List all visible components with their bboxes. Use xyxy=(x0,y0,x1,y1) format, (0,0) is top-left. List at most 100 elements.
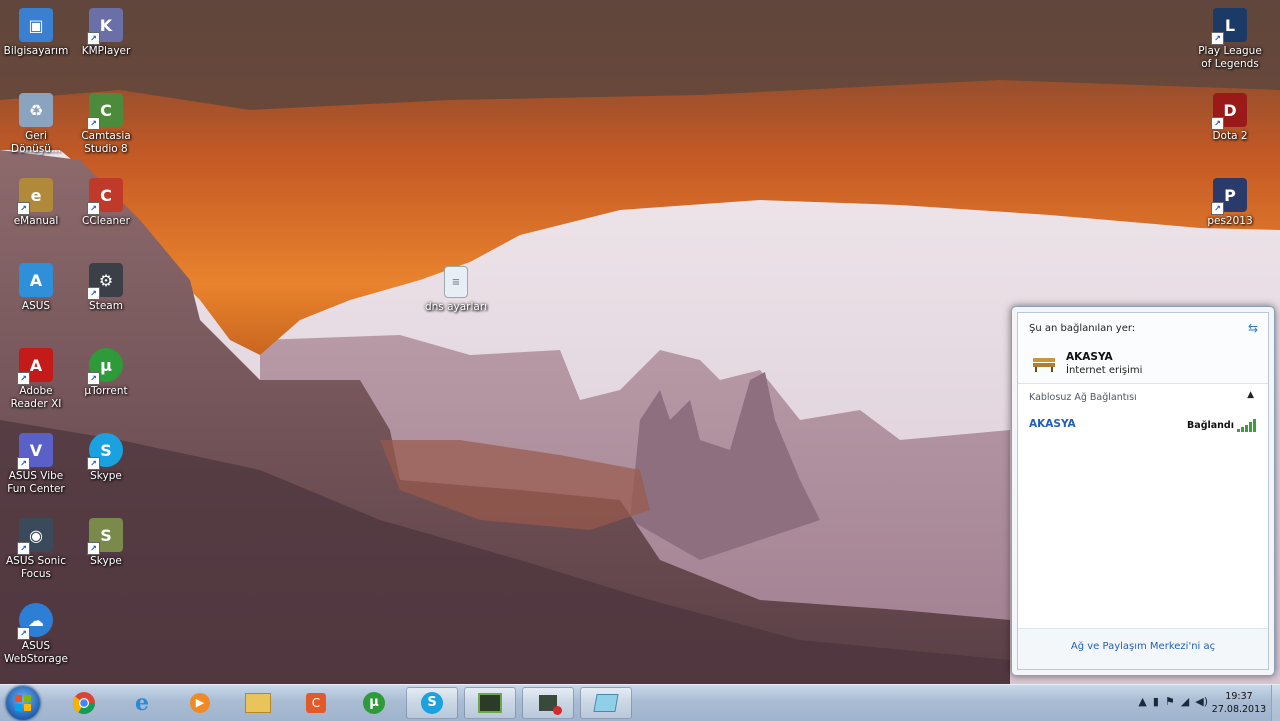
start-button[interactable] xyxy=(6,686,40,720)
show-hidden-icons-icon[interactable]: ▲ xyxy=(1138,695,1146,708)
desktop-icon-recycle-bin[interactable]: ♻ Geri Dönüşü... xyxy=(0,93,72,156)
taskbar-camtasia-button[interactable]: C xyxy=(290,687,342,719)
battery-icon[interactable]: ▮ xyxy=(1153,695,1159,708)
asus-sonic-focus-icon: ◉ ↗ xyxy=(17,518,53,555)
desktop-icon-asus-vibe[interactable]: V ↗ ASUS Vibe Fun Center xyxy=(0,433,72,496)
desktop-icon-label: Dota 2 xyxy=(1212,130,1248,142)
desktop-icon-label: ASUS Sonic Focus xyxy=(6,555,66,580)
network-sharing-center-link[interactable]: Ağ ve Paylaşım Merkezi'ni aç xyxy=(1018,641,1268,652)
shortcut-arrow-icon: ↗ xyxy=(17,372,30,385)
taskbar-recorder-button[interactable] xyxy=(522,687,574,719)
desktop[interactable]: ▣ Bilgisayarım K ↗ KMPlayer ♻ Geri Dönüşü… xyxy=(0,0,1280,684)
desktop-icon-label: Skype xyxy=(90,470,122,482)
adobe-reader-icon: A ↗ xyxy=(17,348,53,385)
utorrent-icon: µ ↗ xyxy=(87,348,123,385)
current-connection-heading: Şu an bağlanılan yer: xyxy=(1029,323,1136,334)
desktop-icon-asus-webstorage[interactable]: ☁ ↗ ASUS WebStorage xyxy=(0,603,72,666)
desktop-icon-label: ASUS xyxy=(21,300,51,312)
desktop-icon-asus[interactable]: A ASUS xyxy=(0,263,72,313)
taskbar-notepad-button[interactable] xyxy=(580,687,632,719)
current-network: AKASYA İnternet erişimi xyxy=(1032,351,1142,377)
clock-time: 19:37 xyxy=(1225,691,1253,702)
shortcut-arrow-icon: ↗ xyxy=(87,287,100,300)
kmplayer-icon: K ↗ xyxy=(87,8,123,45)
shortcut-arrow-icon: ↗ xyxy=(87,32,100,45)
steam-icon: ⚙ ↗ xyxy=(87,263,123,300)
shortcut-arrow-icon: ↗ xyxy=(17,202,30,215)
network-icon[interactable]: ◢ xyxy=(1181,695,1189,708)
current-network-name: AKASYA xyxy=(1066,351,1113,363)
skype-icon: S ↗ xyxy=(87,433,123,470)
desktop-icon-label: Skype xyxy=(90,555,122,567)
taskbar-green-app-button[interactable] xyxy=(464,687,516,719)
pes2013-icon: P ↗ xyxy=(1211,178,1247,215)
clock[interactable]: 19:37 27.08.2013 xyxy=(1210,690,1268,716)
taskbar-ie-button[interactable]: e xyxy=(116,687,168,719)
signal-strength-icon xyxy=(1237,419,1256,432)
desktop-icon-label: CCleaner xyxy=(82,215,130,227)
desktop-icon-ccleaner[interactable]: C ↗ CCleaner xyxy=(70,178,142,228)
text-file-icon: ≡ xyxy=(444,266,468,298)
desktop-icon-label: ASUS WebStorage xyxy=(4,640,68,665)
shortcut-arrow-icon: ↗ xyxy=(87,457,100,470)
desktop-icon-label: Adobe Reader XI xyxy=(10,385,62,410)
league-of-legends-icon: L ↗ xyxy=(1211,8,1247,45)
desktop-icon-pes2013[interactable]: P ↗ pes2013 xyxy=(1194,178,1266,228)
recorder-icon xyxy=(539,695,562,715)
desktop-icon-skype[interactable]: S ↗ Skype xyxy=(70,433,142,483)
volume-icon[interactable]: ◀) xyxy=(1195,695,1208,708)
desktop-icon-label: Geri Dönüşü... xyxy=(11,130,61,155)
desktop-icon-computer[interactable]: ▣ Bilgisayarım xyxy=(0,8,72,58)
desktop-icon-league-of-legends[interactable]: L ↗ Play League of Legends xyxy=(1194,8,1266,71)
show-desktop-button[interactable] xyxy=(1271,685,1280,721)
dota2-icon: D ↗ xyxy=(1211,93,1247,130)
system-tray: ▲ ▮ ⚑ ◢ ◀) 19:37 27.08.2013 xyxy=(1100,685,1280,721)
desktop-icon-adobe-reader[interactable]: A ↗ Adobe Reader XI xyxy=(0,348,72,411)
action-center-flag-icon[interactable]: ⚑ xyxy=(1165,695,1175,708)
desktop-icon-emanual[interactable]: e ↗ eManual xyxy=(0,178,72,228)
shortcut-arrow-icon: ↗ xyxy=(17,627,30,640)
wireless-group-label: Kablosuz Ağ Bağlantısı xyxy=(1029,392,1137,403)
clock-date: 27.08.2013 xyxy=(1211,704,1267,715)
desktop-icon-utorrent[interactable]: µ ↗ µTorrent xyxy=(70,348,142,398)
current-network-status: İnternet erişimi xyxy=(1066,365,1143,376)
emanual-icon: e ↗ xyxy=(17,178,53,215)
green-app-icon xyxy=(478,693,502,713)
camtasia-taskbar-icon: C xyxy=(306,693,326,713)
desktop-icon-label: Play League of Legends xyxy=(1198,45,1262,70)
notepad-icon xyxy=(593,694,619,712)
asus-vibe-icon: V ↗ xyxy=(17,433,53,470)
tray-icons: ▲ ▮ ⚑ ◢ ◀) xyxy=(1138,695,1208,708)
desktop-icon-skype-shortcut[interactable]: S ↗ Skype xyxy=(70,518,142,568)
collapse-chevron-icon[interactable]: ▲ xyxy=(1247,390,1254,400)
internet-explorer-icon: e xyxy=(135,690,149,716)
utorrent-taskbar-icon: µ xyxy=(363,692,385,714)
wireless-network-item[interactable]: AKASYA xyxy=(1029,418,1076,430)
refresh-icon[interactable]: ⇆ xyxy=(1248,321,1258,335)
taskbar-chrome-button[interactable] xyxy=(58,687,110,719)
recycle-bin-icon: ♻ xyxy=(19,93,53,127)
desktop-icon-camtasia[interactable]: C ↗ Camtasia Studio 8 xyxy=(70,93,142,156)
flyout-footer: Ağ ve Paylaşım Merkezi'ni aç xyxy=(1018,628,1268,669)
desktop-icon-label: Camtasia Studio 8 xyxy=(81,130,131,155)
skype-taskbar-icon: S xyxy=(421,692,443,714)
desktop-icon-steam[interactable]: ⚙ ↗ Steam xyxy=(70,263,142,313)
taskbar-media-player-button[interactable]: ▶ xyxy=(174,687,226,719)
network-flyout-content: Şu an bağlanılan yer: ⇆ AKASYA İnternet … xyxy=(1017,312,1269,670)
shortcut-arrow-icon: ↗ xyxy=(87,542,100,555)
desktop-icon-kmplayer[interactable]: K ↗ KMPlayer xyxy=(70,8,142,58)
shortcut-arrow-icon: ↗ xyxy=(17,542,30,555)
bench-network-icon xyxy=(1033,358,1055,372)
desktop-icon-label: µTorrent xyxy=(84,385,128,397)
taskbar-skype-button[interactable]: S xyxy=(406,687,458,719)
chrome-icon xyxy=(72,692,95,714)
desktop-icon-label: pes2013 xyxy=(1207,215,1253,227)
taskbar-utorrent-button[interactable]: µ xyxy=(348,687,400,719)
desktop-icon-dns-file[interactable]: ≡ dns ayarları xyxy=(420,266,492,314)
desktop-icon-dota2[interactable]: D ↗ Dota 2 xyxy=(1194,93,1266,143)
shortcut-arrow-icon: ↗ xyxy=(87,117,100,130)
taskbar-explorer-button[interactable] xyxy=(232,687,284,719)
wireless-network-status: Bağlandı xyxy=(1187,420,1234,431)
desktop-icon-asus-sonic-focus[interactable]: ◉ ↗ ASUS Sonic Focus xyxy=(0,518,72,581)
shortcut-arrow-icon: ↗ xyxy=(87,372,100,385)
